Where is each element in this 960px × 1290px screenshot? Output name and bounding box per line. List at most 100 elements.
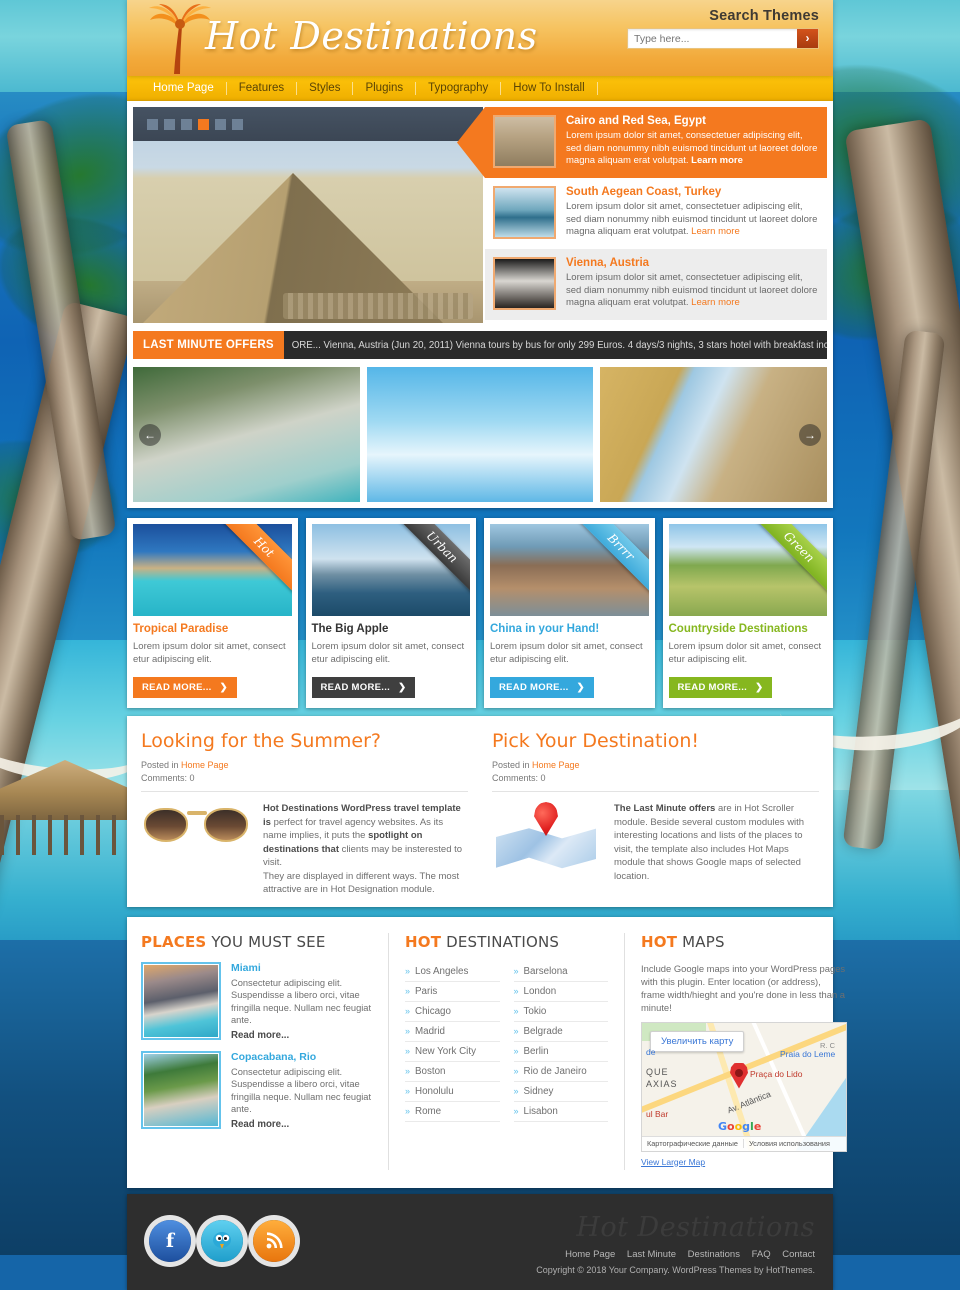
site-logo-title[interactable]: Hot Destinations bbox=[205, 14, 538, 58]
slider-dot-1[interactable] bbox=[147, 118, 158, 130]
list-item[interactable]: Lisabon bbox=[513, 1102, 608, 1122]
post-category-link[interactable]: Home Page bbox=[181, 760, 229, 770]
main-navigation[interactable]: Home Page Features Styles Plugins Typogr… bbox=[127, 76, 833, 101]
card-image: Brrrr bbox=[490, 524, 649, 616]
list-item[interactable]: Los Angeles bbox=[405, 962, 500, 982]
slider-dot-3[interactable] bbox=[181, 118, 192, 130]
card-the-big-apple[interactable]: Urban The Big Apple Lorem ipsum dolor si… bbox=[305, 518, 476, 708]
nav-item-styles[interactable]: Styles bbox=[297, 82, 354, 95]
card-title[interactable]: Countryside Destinations bbox=[669, 623, 828, 635]
nav-item-plugins[interactable]: Plugins bbox=[353, 82, 417, 95]
card-title[interactable]: Tropical Paradise bbox=[133, 623, 292, 635]
post-title[interactable]: Looking for the Summer? bbox=[141, 730, 468, 752]
chevron-right-icon: ❯ bbox=[398, 682, 407, 693]
card-read-more-label: READ MORE... bbox=[499, 682, 569, 693]
place-read-more-link[interactable]: Read more... bbox=[231, 1119, 372, 1130]
view-larger-map-link[interactable]: View Larger Map bbox=[641, 1157, 705, 1167]
search-box[interactable]: › bbox=[627, 28, 819, 49]
slider-main-image[interactable] bbox=[133, 107, 483, 323]
post-category-link[interactable]: Home Page bbox=[532, 760, 580, 770]
list-item[interactable]: Belgrade bbox=[513, 1022, 608, 1042]
list-item[interactable]: Sidney bbox=[513, 1082, 608, 1102]
slider-item-vienna[interactable]: Vienna, Austria Lorem ipsum dolor sit am… bbox=[485, 249, 827, 320]
list-item[interactable]: Barselona bbox=[513, 962, 608, 982]
place-item-miami[interactable]: Miami Consectetur adipiscing elit. Suspe… bbox=[141, 961, 372, 1041]
map-attribution-bar: Картографические данные Условия использо… bbox=[642, 1135, 846, 1151]
slider-dot-5[interactable] bbox=[215, 118, 226, 130]
nav-item-how-to-install[interactable]: How To Install bbox=[501, 82, 598, 95]
list-item[interactable]: London bbox=[513, 982, 608, 1002]
card-title[interactable]: China in your Hand! bbox=[490, 623, 649, 635]
slider-item-learn-more[interactable]: Learn more bbox=[691, 226, 740, 237]
slider-item-learn-more[interactable]: Learn more bbox=[691, 155, 743, 166]
map-zoom-button[interactable]: Увеличить карту bbox=[650, 1030, 745, 1052]
map-data-label[interactable]: Картографические данные bbox=[642, 1139, 744, 1148]
place-read-more-link[interactable]: Read more... bbox=[231, 1030, 372, 1041]
widget-title: PLACES YOU MUST SEE bbox=[141, 933, 372, 951]
post-meta: Posted in Home Page Comments: 0 bbox=[492, 759, 819, 785]
gallery-image-stone-wall[interactable]: → bbox=[600, 367, 828, 502]
slider-item-learn-more[interactable]: Learn more bbox=[691, 297, 740, 308]
map-label-rc: R. C bbox=[820, 1040, 835, 1050]
footer-link-faq[interactable]: FAQ bbox=[752, 1249, 771, 1260]
list-item[interactable]: Tokio bbox=[513, 1002, 608, 1022]
hero-slider: Cairo and Red Sea, Egypt Lorem ipsum dol… bbox=[133, 107, 827, 323]
slider-item-turkey[interactable]: South Aegean Coast, Turkey Lorem ipsum d… bbox=[485, 178, 827, 249]
list-item[interactable]: New York City bbox=[405, 1042, 500, 1062]
slider-item-cairo[interactable]: Cairo and Red Sea, Egypt Lorem ipsum dol… bbox=[457, 107, 827, 178]
list-item[interactable]: Berlin bbox=[513, 1042, 608, 1062]
card-read-more-label: READ MORE... bbox=[142, 682, 212, 693]
arrow-right-icon[interactable]: → bbox=[799, 423, 822, 446]
card-read-more-button[interactable]: READ MORE... ❯ bbox=[668, 677, 773, 698]
card-description: Lorem ipsum dolor sit amet, consect etur… bbox=[490, 641, 643, 665]
card-read-more-label: READ MORE... bbox=[677, 682, 748, 693]
rss-icon[interactable] bbox=[253, 1219, 295, 1262]
footer-links[interactable]: Home Page Last Minute Destinations FAQ C… bbox=[536, 1249, 815, 1260]
list-item[interactable]: Boston bbox=[405, 1062, 500, 1082]
footer-link-contact[interactable]: Contact bbox=[782, 1249, 815, 1260]
last-minute-offers-ticker[interactable]: LAST MINUTE OFFERS ORE... Vienna, Austri… bbox=[133, 331, 827, 359]
post-title[interactable]: Pick Your Destination! bbox=[492, 730, 819, 752]
slider-dot-2[interactable] bbox=[164, 118, 175, 130]
place-title[interactable]: Miami bbox=[231, 962, 372, 974]
place-title[interactable]: Copacabana, Rio bbox=[231, 1051, 372, 1063]
card-china-in-your-hand[interactable]: Brrrr China in your Hand! Lorem ipsum do… bbox=[484, 518, 655, 708]
google-map-embed[interactable]: Увеличить карту de Praia do Leme Praça d… bbox=[641, 1021, 847, 1152]
list-item[interactable]: Madrid bbox=[405, 1022, 500, 1042]
footer-link-destinations[interactable]: Destinations bbox=[688, 1249, 740, 1260]
facebook-icon[interactable]: f bbox=[149, 1219, 191, 1262]
footer-copyright: Copyright © 2018 Your Company. WordPress… bbox=[536, 1264, 815, 1275]
card-image: Hot bbox=[133, 524, 292, 616]
nav-item-home-page[interactable]: Home Page bbox=[141, 82, 227, 95]
gallery-image-water-slide[interactable] bbox=[366, 367, 594, 502]
nav-item-features[interactable]: Features bbox=[227, 82, 298, 95]
slider-pagination[interactable] bbox=[133, 107, 483, 141]
card-countryside-destinations[interactable]: Green Countryside Destinations Lorem ips… bbox=[662, 518, 833, 708]
card-ribbon: Brrrr bbox=[571, 524, 649, 596]
arrow-left-icon[interactable]: ← bbox=[139, 423, 161, 446]
map-terms-label[interactable]: Условия использования bbox=[744, 1139, 835, 1148]
twitter-icon[interactable] bbox=[201, 1219, 243, 1262]
list-item[interactable]: Rome bbox=[405, 1102, 500, 1122]
card-read-more-button[interactable]: READ MORE... ❯ bbox=[133, 677, 237, 698]
card-title[interactable]: The Big Apple bbox=[312, 623, 471, 635]
list-item[interactable]: Honolulu bbox=[405, 1082, 500, 1102]
card-tropical-paradise[interactable]: Hot Tropical Paradise Lorem ipsum dolor … bbox=[127, 518, 298, 708]
card-read-more-button[interactable]: READ MORE... ❯ bbox=[490, 677, 594, 698]
ticker-text[interactable]: ORE... Vienna, Austria (Jun 20, 2011) Vi… bbox=[284, 331, 827, 359]
list-item[interactable]: Rio de Janeiro bbox=[513, 1062, 608, 1082]
place-description: Consectetur adipiscing elit. Suspendisse… bbox=[231, 1066, 372, 1115]
list-item[interactable]: Paris bbox=[405, 982, 500, 1002]
gallery-image-rocky-coast[interactable]: ← bbox=[133, 367, 360, 502]
footer-link-last-minute[interactable]: Last Minute bbox=[627, 1249, 676, 1260]
nav-item-typography[interactable]: Typography bbox=[416, 82, 502, 95]
search-submit-button[interactable]: › bbox=[797, 29, 818, 48]
card-read-more-button[interactable]: READ MORE... ❯ bbox=[311, 677, 416, 698]
slider-dot-6[interactable] bbox=[232, 118, 243, 130]
list-item[interactable]: Chicago bbox=[405, 1002, 500, 1022]
place-item-copacabana[interactable]: Copacabana, Rio Consectetur adipiscing e… bbox=[141, 1050, 372, 1130]
footer-link-home-page[interactable]: Home Page bbox=[565, 1249, 615, 1260]
search-input[interactable] bbox=[628, 29, 797, 48]
card-ribbon: Hot bbox=[214, 524, 292, 596]
slider-dot-4-active[interactable] bbox=[198, 118, 209, 130]
